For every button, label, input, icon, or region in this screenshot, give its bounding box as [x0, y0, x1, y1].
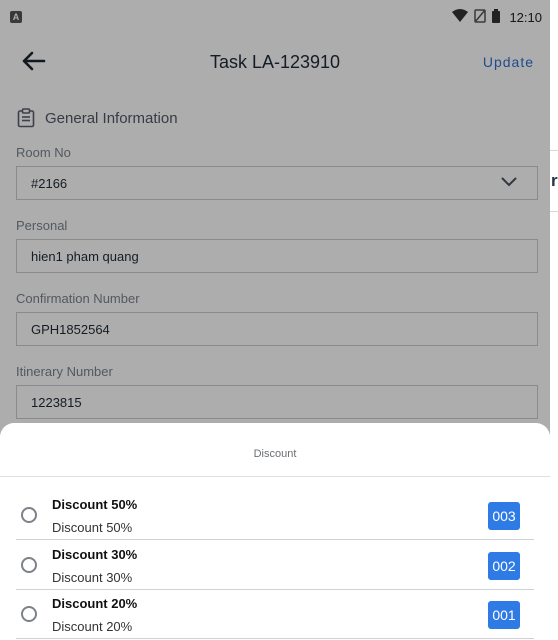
option-title: Discount 50% — [52, 497, 138, 512]
option-title: Discount 20% — [52, 596, 138, 611]
radio-button[interactable] — [21, 606, 37, 622]
discount-option-50[interactable]: Discount 50% Discount 50% 003 — [16, 490, 534, 540]
radio-button[interactable] — [21, 507, 37, 523]
background-text-fragment: r — [551, 171, 558, 190]
option-code-badge: 001 — [488, 601, 520, 629]
divider — [16, 638, 534, 639]
discount-option-20[interactable]: Discount 20% Discount 20% 001 — [16, 589, 534, 639]
option-title: Discount 30% — [52, 547, 138, 562]
sheet-title: Discount — [253, 448, 297, 460]
discount-option-30[interactable]: Discount 30% Discount 30% 002 — [16, 540, 534, 590]
discount-bottom-sheet: Discount Discount 50% Discount 50% 003 D… — [0, 423, 550, 640]
background-window-edge: r — [550, 0, 558, 640]
radio-button[interactable] — [21, 557, 37, 573]
option-subtitle: Discount 30% — [52, 570, 133, 585]
option-subtitle: Discount 50% — [52, 520, 133, 535]
app-screen: A 12:10 Task LA-123910 Update General In… — [0, 0, 550, 640]
divider — [0, 476, 550, 477]
option-code-badge: 003 — [488, 502, 520, 530]
option-code-badge: 002 — [488, 552, 520, 580]
option-subtitle: Discount 20% — [52, 619, 133, 634]
